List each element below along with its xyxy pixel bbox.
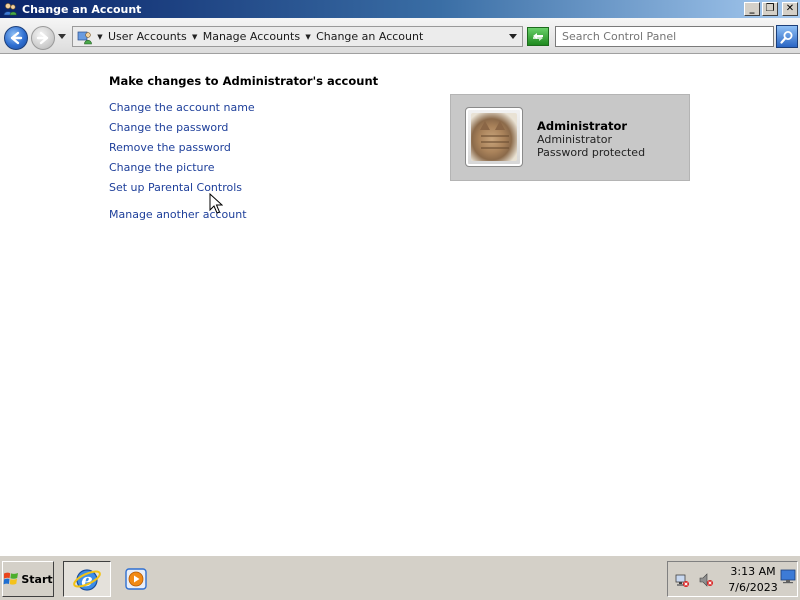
show-desktop-icon[interactable]: [780, 568, 796, 584]
back-arrow-icon: [10, 31, 23, 45]
media-player-button[interactable]: [118, 561, 154, 597]
window-title: Change an Account: [22, 2, 142, 16]
title-bar[interactable]: Change an Account _ ❐ ✕: [0, 0, 800, 18]
address-dropdown-button[interactable]: [506, 30, 520, 44]
page-heading: Make changes to Administrator's account: [109, 74, 379, 88]
change-picture-link[interactable]: Change the picture: [109, 161, 215, 174]
control-panel-icon: [77, 29, 93, 45]
close-button[interactable]: ✕: [782, 2, 798, 16]
account-card: Administrator Administrator Password pro…: [450, 94, 690, 181]
account-type: Administrator: [537, 133, 612, 146]
start-label: Start: [21, 572, 53, 586]
chevron-down-icon: [509, 34, 517, 39]
volume-muted-icon[interactable]: [698, 572, 714, 588]
search-icon: [780, 30, 793, 44]
chevron-down-icon: [58, 34, 66, 39]
account-status: Password protected: [537, 146, 646, 159]
search-box[interactable]: [555, 26, 774, 47]
window-controls: _ ❐ ✕: [744, 2, 798, 16]
content-area: Make changes to Administrator's account …: [0, 55, 800, 555]
media-player-icon: [125, 568, 147, 590]
internet-explorer-button[interactable]: e: [63, 561, 111, 597]
breadcrumb-manage-accounts[interactable]: Manage Accounts: [202, 30, 301, 43]
breadcrumb-separator[interactable]: ▼: [93, 33, 107, 41]
cat-picture-icon: [471, 113, 517, 161]
start-button[interactable]: Start: [2, 561, 54, 597]
windows-logo-icon: [3, 572, 19, 585]
taskbar: Start e 3:13 AM 7/6/2023: [0, 555, 800, 600]
avatar: [465, 107, 523, 167]
back-button[interactable]: [4, 26, 28, 50]
breadcrumb-separator[interactable]: ▼: [301, 33, 315, 41]
user-accounts-icon: [3, 2, 17, 16]
clock-time[interactable]: 3:13 AM: [724, 565, 782, 578]
change-account-name-link[interactable]: Change the account name: [109, 101, 255, 114]
system-tray: 3:13 AM 7/6/2023: [667, 561, 798, 597]
account-name: Administrator: [537, 119, 628, 133]
refresh-icon: [533, 32, 543, 41]
navigation-bar: ▼ User Accounts ▼ Manage Accounts ▼ Chan…: [0, 18, 800, 54]
refresh-button[interactable]: [527, 27, 549, 46]
network-disconnected-icon[interactable]: [674, 572, 690, 588]
breadcrumb[interactable]: ▼ User Accounts ▼ Manage Accounts ▼ Chan…: [72, 26, 523, 47]
search-input[interactable]: [562, 30, 762, 43]
search-button[interactable]: [776, 25, 798, 48]
forward-arrow-icon: [36, 31, 49, 45]
maximize-button[interactable]: ❐: [762, 2, 778, 16]
breadcrumb-separator[interactable]: ▼: [188, 33, 202, 41]
minimize-button[interactable]: _: [744, 2, 760, 16]
forward-button[interactable]: [31, 26, 55, 50]
remove-password-link[interactable]: Remove the password: [109, 141, 231, 154]
mouse-pointer-icon: [209, 193, 223, 214]
clock-date[interactable]: 7/6/2023: [724, 581, 782, 594]
manage-another-account-link[interactable]: Manage another account: [109, 208, 247, 221]
internet-explorer-icon: e: [73, 569, 101, 591]
breadcrumb-change-account[interactable]: Change an Account: [315, 30, 424, 43]
recent-pages-button[interactable]: [57, 32, 67, 42]
change-password-link[interactable]: Change the password: [109, 121, 228, 134]
breadcrumb-user-accounts[interactable]: User Accounts: [107, 30, 188, 43]
